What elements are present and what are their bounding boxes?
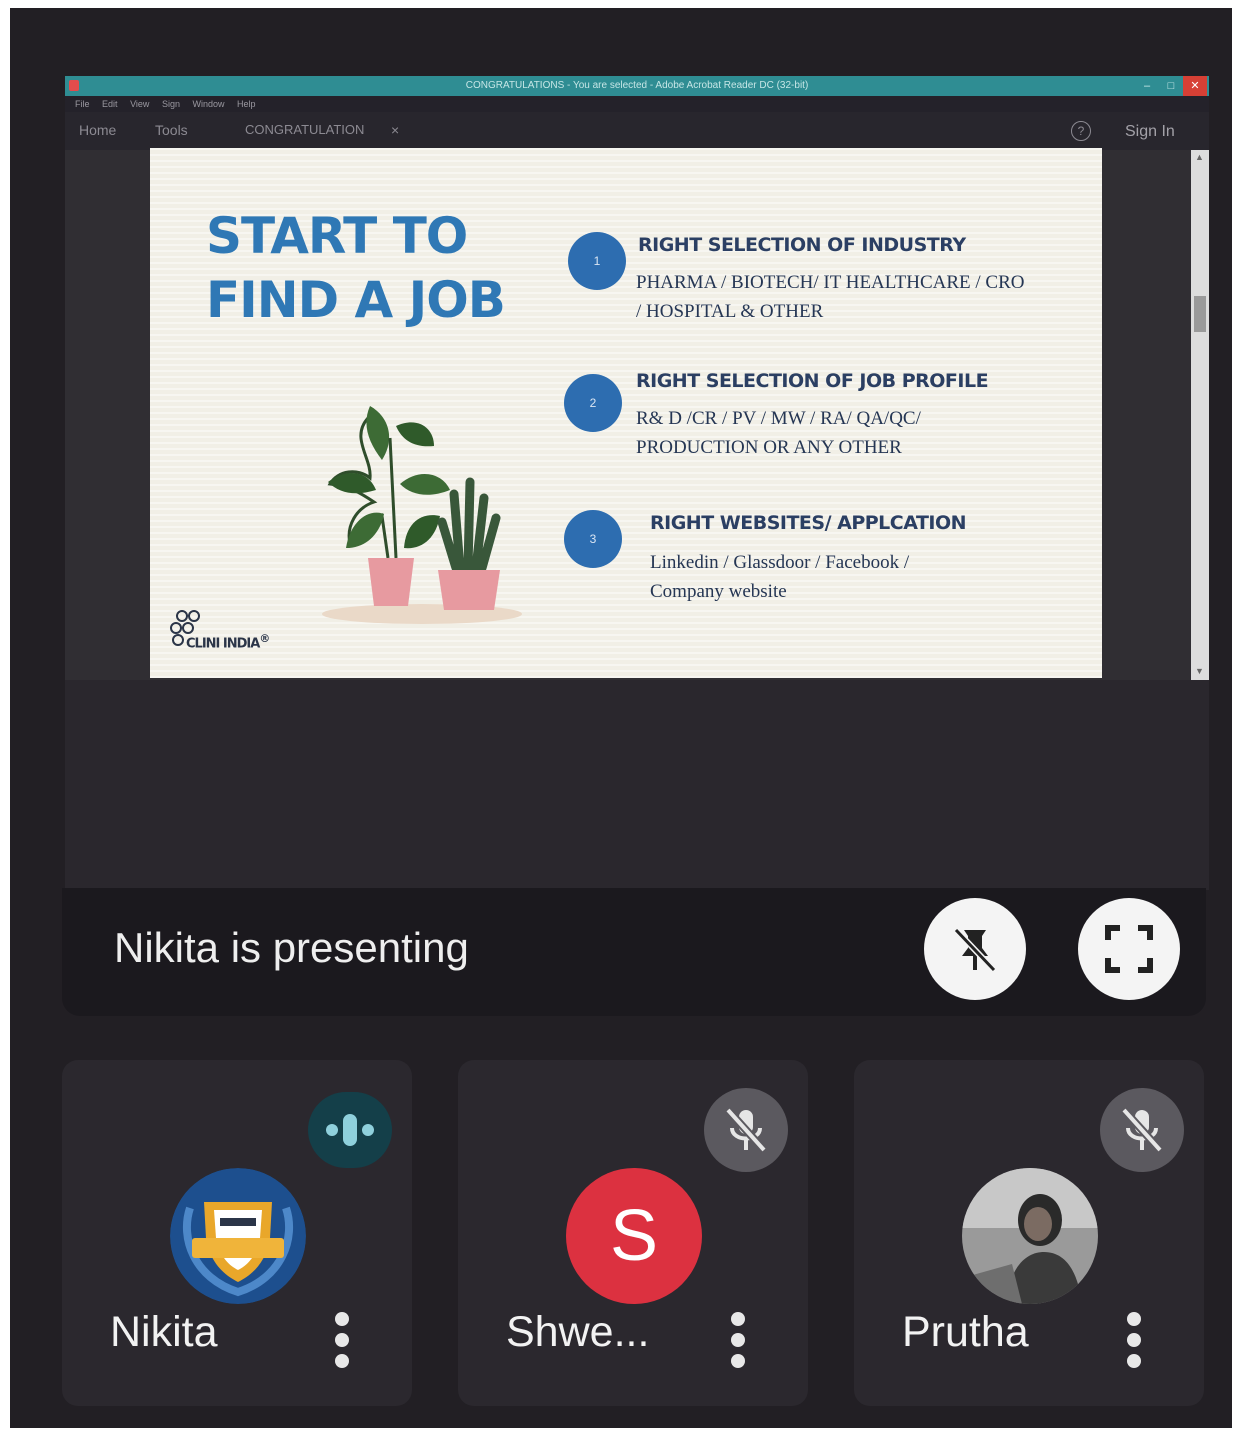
item-1-line-1: PHARMA / BIOTECH/ IT HEALTHCARE / CRO — [636, 272, 1025, 293]
audio-level-icon — [308, 1092, 392, 1168]
meet-window: CONGRATULATIONS - You are selected - Ado… — [10, 8, 1232, 1428]
participant-tile-shwe[interactable]: S Shwe... — [458, 1060, 808, 1406]
help-icon[interactable]: ? — [1071, 121, 1091, 141]
number-badge-1: 1 — [568, 232, 626, 290]
slide-title: START TO FIND A JOB — [206, 204, 526, 332]
menu-window[interactable]: Window — [192, 99, 224, 109]
more-options-icon[interactable] — [1126, 1312, 1142, 1368]
vertical-scrollbar[interactable]: ▲ ▼ — [1191, 150, 1209, 680]
avatar-nikita — [170, 1168, 306, 1304]
slide: START TO FIND A JOB 1 RIGHT SELECTION OF… — [150, 148, 1102, 678]
presenting-label: Nikita is presenting — [114, 924, 469, 971]
scroll-down-icon[interactable]: ▼ — [1195, 666, 1204, 676]
menu-file[interactable]: File — [75, 99, 90, 109]
screen-share-area — [65, 680, 1209, 890]
more-options-icon[interactable] — [730, 1312, 746, 1368]
menu-bar: File Edit View Sign Window Help — [65, 96, 1209, 112]
fullscreen-button[interactable] — [1078, 898, 1180, 1000]
fullscreen-icon — [1105, 925, 1153, 973]
slide-title-line-2: FIND A JOB — [206, 271, 506, 329]
unpin-button[interactable] — [924, 898, 1026, 1000]
item-2-heading: RIGHT SELECTION OF JOB PROFILE — [636, 370, 989, 392]
scrollbar-thumb[interactable] — [1194, 296, 1206, 332]
item-3-line-2: Company website — [650, 581, 787, 602]
sign-in-button[interactable]: Sign In — [1125, 123, 1175, 141]
item-3-heading: RIGHT WEBSITES/ APPLCATION — [650, 512, 967, 534]
tab-close-icon[interactable]: × — [391, 122, 399, 138]
menu-view[interactable]: View — [130, 99, 149, 109]
number-badge-3: 3 — [564, 510, 622, 568]
minimize-button[interactable]: – — [1135, 76, 1159, 96]
avatar-shwe: S — [566, 1168, 702, 1304]
menu-edit[interactable]: Edit — [102, 99, 118, 109]
item-1-heading: RIGHT SELECTION OF INDUSTRY — [638, 234, 966, 256]
participant-name: Prutha — [902, 1308, 1029, 1356]
close-window-button[interactable]: ✕ — [1183, 76, 1207, 96]
item-2-body: R& D /CR / PV / MW / RA/ QA/QC/ PRODUCTI… — [636, 404, 921, 462]
slide-title-line-1: START TO — [206, 207, 468, 265]
plant-illustration — [322, 406, 522, 624]
tab-home[interactable]: Home — [79, 122, 116, 138]
more-options-icon[interactable] — [334, 1312, 350, 1368]
presentation-bar: Nikita is presenting — [62, 888, 1206, 1016]
maximize-button[interactable]: □ — [1159, 76, 1183, 96]
scroll-up-icon[interactable]: ▲ — [1195, 152, 1204, 162]
window-title: CONGRATULATIONS - You are selected - Ado… — [465, 80, 809, 91]
avatar-prutha — [962, 1168, 1098, 1304]
tab-tools[interactable]: Tools — [155, 122, 188, 138]
menu-sign[interactable]: Sign — [162, 99, 180, 109]
mic-off-icon — [704, 1088, 788, 1172]
unpin-icon — [953, 927, 997, 973]
participant-name: Shwe... — [506, 1308, 650, 1356]
participant-tile-prutha[interactable]: Prutha — [854, 1060, 1204, 1406]
mic-off-icon — [1100, 1088, 1184, 1172]
menu-help[interactable]: Help — [237, 99, 256, 109]
logo-text: CLINI INDIA® — [186, 632, 270, 652]
item-3-line-1: Linkedin / Glassdoor / Facebook / — [650, 552, 910, 573]
item-1-body: PHARMA / BIOTECH/ IT HEALTHCARE / CRO / … — [636, 268, 1024, 326]
item-1-line-2: / HOSPITAL & OTHER — [636, 301, 824, 322]
item-2-line-2: PRODUCTION OR ANY OTHER — [636, 437, 902, 458]
item-2-line-1: R& D /CR / PV / MW / RA/ QA/QC/ — [636, 408, 921, 429]
participant-tile-nikita[interactable]: Nikita — [62, 1060, 412, 1406]
tab-document[interactable]: CONGRATULATION — [245, 122, 364, 137]
acrobat-titlebar: CONGRATULATIONS - You are selected - Ado… — [65, 76, 1209, 96]
acrobat-toolbar: Home Tools CONGRATULATION × ? Sign In — [65, 112, 1209, 150]
number-badge-2: 2 — [564, 374, 622, 432]
participant-name: Nikita — [110, 1308, 218, 1356]
item-3-body: Linkedin / Glassdoor / Facebook / Compan… — [650, 548, 909, 606]
